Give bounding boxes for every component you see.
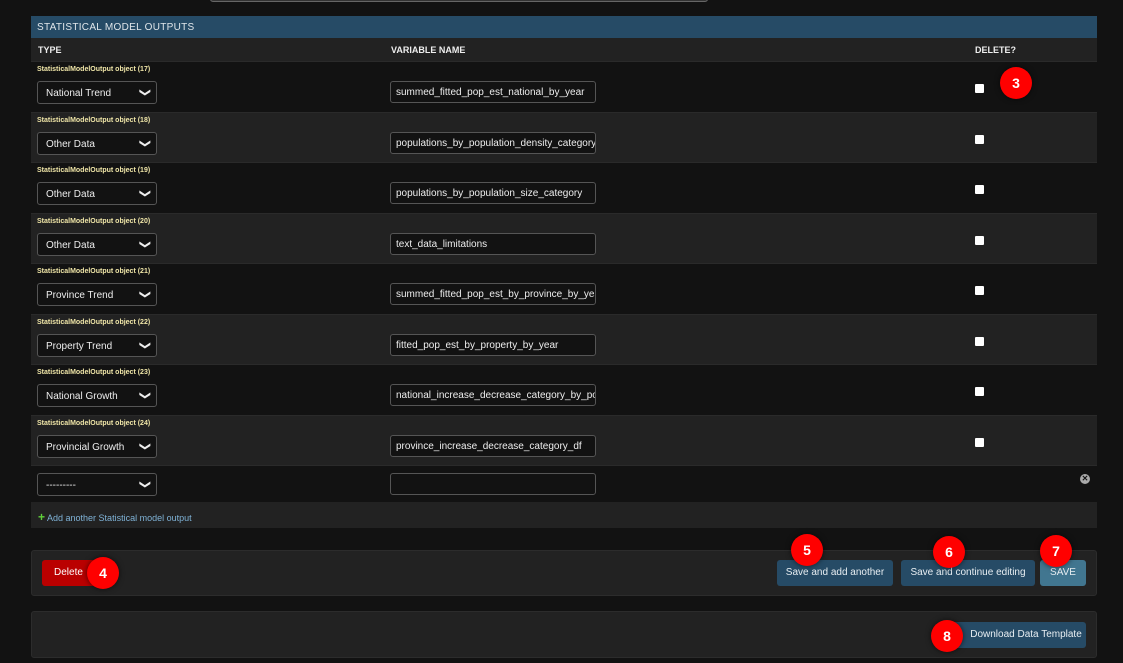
top-scrollbar xyxy=(210,0,708,2)
select-value: National Growth xyxy=(46,391,118,402)
variable-name-input[interactable]: populations_by_population_size_category xyxy=(390,182,596,204)
type-select[interactable]: National Growth ❯ xyxy=(37,384,157,407)
chevron-down-icon: ❯ xyxy=(138,188,151,199)
table-row: StatisticalModelOutput object (20) Other… xyxy=(31,212,1097,263)
object-label: StatisticalModelOutput object (19) xyxy=(37,167,151,174)
column-headers: TYPE VARIABLE NAME DELETE? xyxy=(31,38,1097,61)
save-and-continue-button[interactable]: Save and continue editing xyxy=(901,560,1035,586)
select-value: Other Data xyxy=(46,239,95,251)
type-select[interactable]: Other Data ❯ xyxy=(37,131,157,155)
add-another-link[interactable]: + Add another Statistical model output xyxy=(31,502,1097,528)
col-type: TYPE xyxy=(38,45,62,55)
table-row: StatisticalModelOutput object (21) Provi… xyxy=(31,263,1097,314)
col-delete: DELETE? xyxy=(975,45,1017,55)
download-template-button[interactable]: Download Data Template xyxy=(952,622,1086,648)
chevron-down-icon: ❯ xyxy=(138,239,151,249)
type-select[interactable]: Property Trend ❯ xyxy=(37,333,157,357)
marker-8: 8 xyxy=(931,620,963,652)
select-value: Other Data xyxy=(46,138,95,150)
delete-checkbox[interactable] xyxy=(975,437,984,447)
table-row: StatisticalModelOutput object (19) Other… xyxy=(31,162,1097,213)
table-row: StatisticalModelOutput object (18) Other… xyxy=(31,111,1097,162)
chevron-down-icon: ❯ xyxy=(138,390,151,401)
table-row: StatisticalModelOutput object (17) Natio… xyxy=(31,61,1097,112)
delete-checkbox[interactable] xyxy=(975,286,984,295)
object-label: StatisticalModelOutput object (23) xyxy=(37,369,151,376)
variable-name-input[interactable]: text_data_limitations xyxy=(390,232,596,255)
variable-name-input[interactable]: fitted_pop_est_by_property_by_year xyxy=(390,333,596,356)
add-link-label: Add another Statistical model output xyxy=(47,513,192,523)
marker-6: 6 xyxy=(933,536,965,568)
delete-checkbox[interactable] xyxy=(975,336,984,346)
delete-checkbox[interactable] xyxy=(975,235,984,245)
empty-form-row: --------- ❯ ✕ xyxy=(31,465,1097,501)
statistical-model-outputs-inline: STATISTICAL MODEL OUTPUTS TYPE VARIABLE … xyxy=(31,16,1097,528)
type-select[interactable]: Provincial Growth ❯ xyxy=(37,434,157,458)
delete-checkbox[interactable] xyxy=(975,134,984,144)
type-select[interactable]: Province Trend ❯ xyxy=(37,283,157,306)
chevron-down-icon: ❯ xyxy=(138,441,151,451)
table-row: StatisticalModelOutput object (22) Prope… xyxy=(31,313,1097,364)
marker-5: 5 xyxy=(791,534,823,566)
object-label: StatisticalModelOutput object (20) xyxy=(37,217,151,225)
type-select[interactable]: Other Data ❯ xyxy=(37,232,157,256)
object-label: StatisticalModelOutput object (18) xyxy=(37,116,151,124)
chevron-down-icon: ❯ xyxy=(138,289,151,300)
select-value: National Trend xyxy=(46,88,112,99)
type-select[interactable]: Other Data ❯ xyxy=(37,182,157,205)
object-label: StatisticalModelOutput object (22) xyxy=(37,318,151,326)
variable-name-input[interactable] xyxy=(390,473,596,495)
variable-name-input[interactable]: summed_fitted_pop_est_by_province_by_yea… xyxy=(390,283,596,305)
object-label: StatisticalModelOutput object (21) xyxy=(37,268,151,275)
variable-name-input[interactable]: populations_by_population_density_catego… xyxy=(390,131,596,154)
plus-icon: + xyxy=(38,510,46,524)
table-row: StatisticalModelOutput object (24) Provi… xyxy=(31,414,1097,465)
chevron-down-icon: ❯ xyxy=(138,340,151,350)
chevron-down-icon: ❯ xyxy=(138,87,151,98)
remove-row-icon[interactable]: ✕ xyxy=(1080,474,1090,484)
select-value: --------- xyxy=(46,480,76,491)
select-value: Provincial Growth xyxy=(46,441,125,453)
delete-checkbox[interactable] xyxy=(975,387,984,396)
col-variable-name: VARIABLE NAME xyxy=(391,45,466,55)
variable-name-input[interactable]: national_increase_decrease_category_by_p… xyxy=(390,384,596,406)
object-label: StatisticalModelOutput object (24) xyxy=(37,419,151,427)
chevron-down-icon: ❯ xyxy=(138,479,151,490)
variable-name-input[interactable]: summed_fitted_pop_est_national_by_year xyxy=(390,81,596,103)
select-value: Property Trend xyxy=(46,340,113,352)
save-and-add-another-button[interactable]: Save and add another xyxy=(777,560,893,586)
marker-7: 7 xyxy=(1040,535,1072,567)
select-value: Province Trend xyxy=(46,290,114,301)
table-row: StatisticalModelOutput object (23) Natio… xyxy=(31,364,1097,415)
variable-name-input[interactable]: province_increase_decrease_category_df xyxy=(390,434,596,457)
delete-checkbox[interactable] xyxy=(975,185,984,194)
chevron-down-icon: ❯ xyxy=(138,138,151,148)
marker-4: 4 xyxy=(87,557,119,589)
object-label: StatisticalModelOutput object (17) xyxy=(37,66,151,73)
section-caption: STATISTICAL MODEL OUTPUTS xyxy=(31,16,1097,38)
delete-checkbox[interactable] xyxy=(975,84,984,93)
type-select[interactable]: --------- ❯ xyxy=(37,473,157,496)
type-select[interactable]: National Trend ❯ xyxy=(37,81,157,104)
select-value: Other Data xyxy=(46,189,95,200)
marker-3: 3 xyxy=(1000,67,1032,99)
